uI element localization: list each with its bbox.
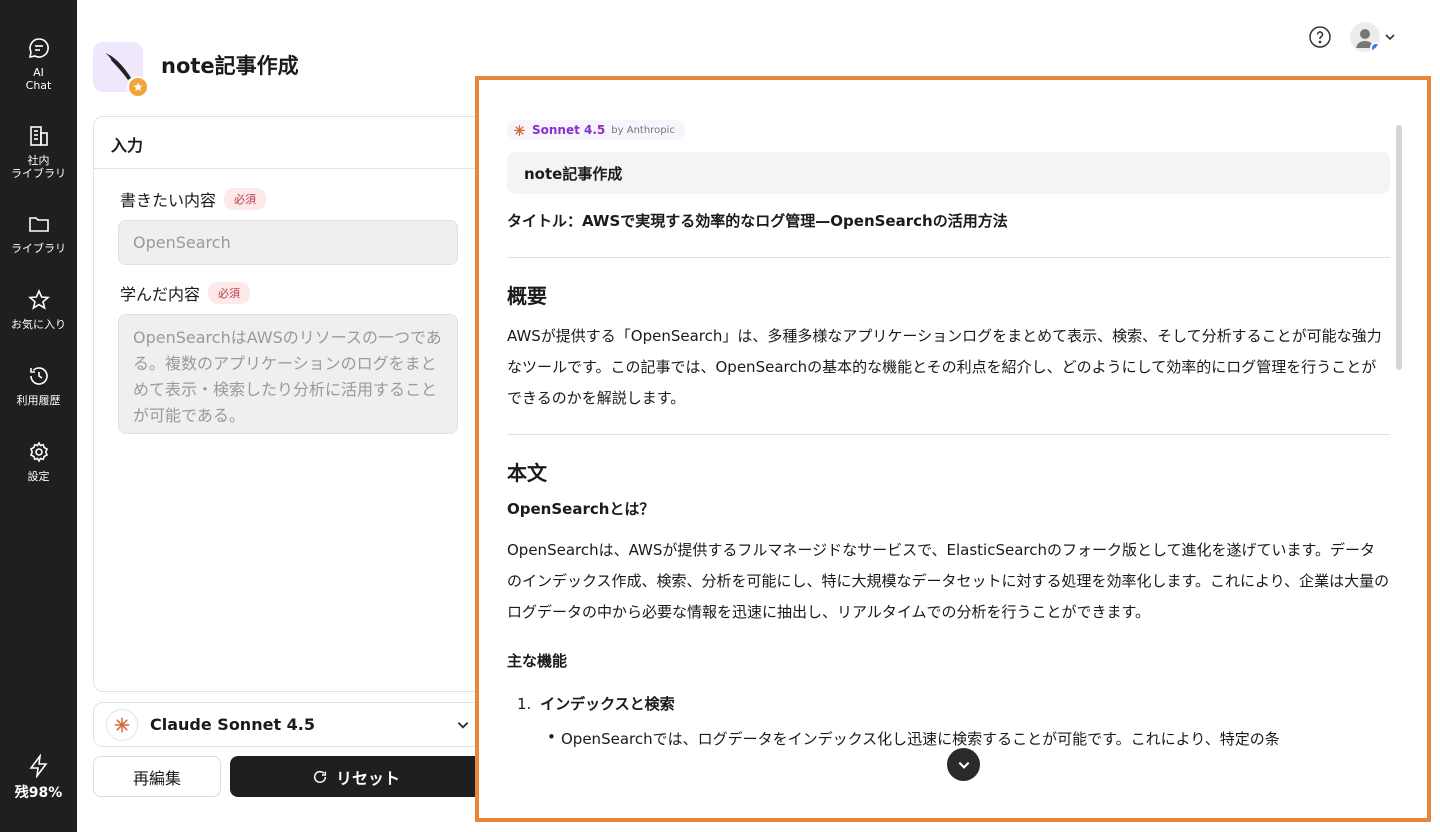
sidebar-item-label: お気に入り xyxy=(11,318,66,331)
favorite-badge xyxy=(127,76,149,98)
model-name: Claude Sonnet 4.5 xyxy=(150,715,315,734)
history-icon xyxy=(29,367,48,385)
required-badge: 必須 xyxy=(208,282,251,304)
bullet-list: OpenSearchでは、ログデータをインデックス化し迅速に検索することが可能で… xyxy=(547,728,1390,749)
output-content: Sonnet 4.5 by Anthropic note記事作成 タイトル：AW… xyxy=(507,80,1391,818)
sidebar-item-favorites[interactable]: お気に入り xyxy=(0,288,77,331)
list-item: 1. インデックスと検索 OpenSearchでは、ログデータをインデックス化し… xyxy=(517,693,1390,749)
field-label-text: 学んだ内容 xyxy=(120,285,201,304)
divider xyxy=(507,257,1390,258)
reset-button[interactable]: リセット xyxy=(230,756,482,797)
usage-remaining-label: 残98% xyxy=(14,785,63,801)
input-panel: 入力 書きたい内容 必須 OpenSearch 学んだ内容 必須 OpenSea… xyxy=(93,116,493,692)
star-icon xyxy=(27,288,50,310)
refresh-icon xyxy=(313,770,327,783)
sidebar-item-library[interactable]: ライブラリ xyxy=(0,212,77,255)
output-panel: Sonnet 4.5 by Anthropic note記事作成 タイトル：AW… xyxy=(475,76,1431,822)
topic-input[interactable]: OpenSearch xyxy=(118,220,458,265)
help-icon xyxy=(1309,26,1331,48)
list-number: 1. xyxy=(517,695,532,713)
field-label-topic: 書きたい内容 必須 xyxy=(120,187,267,211)
usage-remaining: 残98% xyxy=(0,754,77,802)
model-tag: Sonnet 4.5 by Anthropic xyxy=(507,120,685,140)
lightning-icon xyxy=(28,754,48,778)
bullet-item: OpenSearchでは、ログデータをインデックス化し迅速に検索することが可能で… xyxy=(547,728,1390,749)
generated-article: タイトル：AWSで実現する効率的なログ管理—OpenSearchの活用方法 概要… xyxy=(507,210,1390,749)
page-title: note記事作成 xyxy=(161,54,299,78)
chevron-down-icon xyxy=(958,761,969,769)
sidebar: AI Chat 社内 ライブラリ ライブラリ お気に入り 利用履歴 設定 残98… xyxy=(0,0,77,832)
body-paragraph: OpenSearchは、AWSが提供するフルマネージドなサービスで、Elasti… xyxy=(507,541,1390,621)
reset-button-label: リセット xyxy=(335,768,400,788)
sidebar-item-label: AI Chat xyxy=(25,66,52,92)
star-icon xyxy=(133,82,143,91)
scroll-to-bottom-button[interactable] xyxy=(947,748,980,781)
anthropic-logo-icon xyxy=(513,124,526,136)
sidebar-item-label: 設定 xyxy=(27,470,50,483)
sidebar-item-label: 社内 ライブラリ xyxy=(11,154,66,180)
folder-icon xyxy=(28,217,49,232)
sidebar-item-ai-chat[interactable]: AI Chat xyxy=(0,36,77,92)
model-select[interactable]: Claude Sonnet 4.5 xyxy=(93,702,483,747)
input-panel-title: 入力 xyxy=(94,117,492,169)
model-tag-by: by Anthropic xyxy=(611,124,675,136)
subheading-what-is: OpenSearchとは？ xyxy=(507,500,655,518)
model-tag-name: Sonnet 4.5 xyxy=(532,123,606,137)
output-scrollbar[interactable] xyxy=(1396,125,1402,370)
required-badge: 必須 xyxy=(224,188,267,210)
sidebar-item-history[interactable]: 利用履歴 xyxy=(0,364,77,407)
sidebar-item-company-library[interactable]: 社内 ライブラリ xyxy=(0,124,77,180)
building-icon xyxy=(29,126,48,146)
chevron-down-icon xyxy=(457,721,469,729)
sidebar-item-settings[interactable]: 設定 xyxy=(0,440,77,483)
article-title: タイトル：AWSで実現する効率的なログ管理—OpenSearchの活用方法 xyxy=(507,212,1008,230)
feature-list: 1. インデックスと検索 OpenSearchでは、ログデータをインデックス化し… xyxy=(517,693,1390,749)
sidebar-item-label: ライブラリ xyxy=(11,242,66,255)
chat-bubble-icon xyxy=(28,38,49,59)
divider xyxy=(507,434,1390,435)
subheading-features: 主な機能 xyxy=(507,652,568,670)
settings-badge xyxy=(1370,42,1380,52)
prompt-title: note記事作成 xyxy=(507,152,1390,194)
learned-textarea[interactable]: OpenSearchはAWSのリソースの一つである。複数のアプリケーションのログ… xyxy=(118,314,458,434)
field-label-text: 書きたい内容 xyxy=(120,191,217,210)
section-heading-overview: 概要 xyxy=(507,284,547,308)
reedit-button[interactable]: 再編集 xyxy=(93,756,221,797)
field-label-learned: 学んだ内容 必須 xyxy=(120,281,251,305)
avatar xyxy=(1350,22,1380,52)
anthropic-logo-icon xyxy=(106,708,138,741)
overview-paragraph: AWSが提供する「OpenSearch」は、多種多様なアプリケーションログをまと… xyxy=(507,327,1382,407)
sidebar-item-label: 利用履歴 xyxy=(16,394,61,407)
gear-icon xyxy=(29,441,48,463)
help-button[interactable] xyxy=(1308,25,1332,53)
list-item-heading: インデックスと検索 xyxy=(540,695,675,713)
chevron-down-icon xyxy=(1385,34,1395,41)
user-menu[interactable] xyxy=(1350,22,1396,52)
section-heading-body: 本文 xyxy=(507,461,547,485)
